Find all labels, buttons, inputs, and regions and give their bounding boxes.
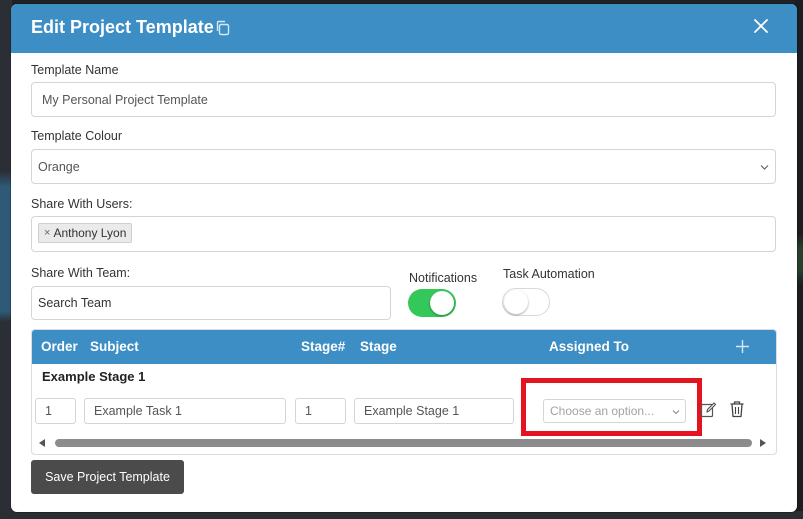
save-template-button[interactable]: Save Project Template (31, 460, 184, 494)
template-name-value: My Personal Project Template (42, 92, 208, 107)
edit-icon[interactable] (700, 401, 717, 418)
plus-icon[interactable] (735, 339, 750, 354)
notifications-label: Notifications (409, 271, 478, 285)
user-chip: × Anthony Lyon (38, 223, 133, 243)
subject-value: Example Task 1 (94, 404, 183, 418)
scroll-thumb[interactable] (55, 439, 752, 447)
backdrop-bottom (0, 511, 803, 519)
stage-title: Example Stage 1 (42, 369, 146, 384)
edit-template-modal: Edit Project Template Template Name My P… (11, 4, 797, 512)
template-name-input[interactable]: My Personal Project Template (31, 82, 776, 117)
stage-number-value: 1 (305, 404, 312, 418)
order-input[interactable]: 1 (35, 398, 76, 424)
horizontal-scrollbar[interactable] (32, 436, 776, 450)
share-team-value: Search Team (38, 296, 112, 310)
trash-icon[interactable] (729, 400, 745, 418)
modal-header: Edit Project Template (11, 4, 797, 53)
template-colour-value: Orange (38, 159, 80, 174)
task-automation-toggle[interactable] (502, 288, 550, 316)
modal-title: Edit Project Template (31, 17, 214, 37)
modal-body: Template Name My Personal Project Templa… (11, 53, 797, 512)
share-users-label: Share With Users: (31, 197, 133, 211)
stages-table: Order Subject Stage# Stage Assigned To E… (31, 329, 777, 455)
col-stage-number: Stage# (301, 339, 346, 354)
notifications-toggle[interactable] (408, 289, 456, 317)
col-order: Order (41, 339, 78, 354)
stage-number-input[interactable]: 1 (295, 398, 346, 424)
template-colour-label: Template Colour (31, 129, 123, 143)
share-users-input[interactable]: × Anthony Lyon (31, 216, 776, 252)
toggle-knob (504, 290, 528, 314)
toggle-knob (430, 291, 454, 315)
share-team-label: Share With Team: (31, 266, 131, 280)
highlight-annotation (521, 378, 702, 436)
col-subject: Subject (90, 339, 139, 354)
task-automation-label: Task Automation (503, 267, 595, 281)
scroll-left-icon[interactable] (38, 439, 46, 447)
scroll-right-icon[interactable] (759, 439, 767, 447)
chevron-down-icon (760, 165, 769, 170)
col-stage: Stage (360, 339, 397, 354)
col-assigned-to: Assigned To (549, 339, 630, 354)
order-value: 1 (45, 404, 52, 418)
stage-input[interactable]: Example Stage 1 (354, 398, 514, 424)
copy-icon[interactable] (214, 19, 232, 37)
chip-remove-button[interactable]: × (44, 227, 50, 239)
stage-value: Example Stage 1 (364, 404, 460, 418)
close-icon[interactable] (752, 17, 770, 35)
template-colour-select[interactable]: Orange (31, 149, 776, 184)
share-team-input[interactable]: Search Team (31, 286, 391, 320)
chip-label: Anthony Lyon (53, 226, 127, 240)
template-name-label: Template Name (31, 63, 119, 77)
subject-input[interactable]: Example Task 1 (84, 398, 286, 424)
table-header: Order Subject Stage# Stage Assigned To (32, 330, 776, 364)
